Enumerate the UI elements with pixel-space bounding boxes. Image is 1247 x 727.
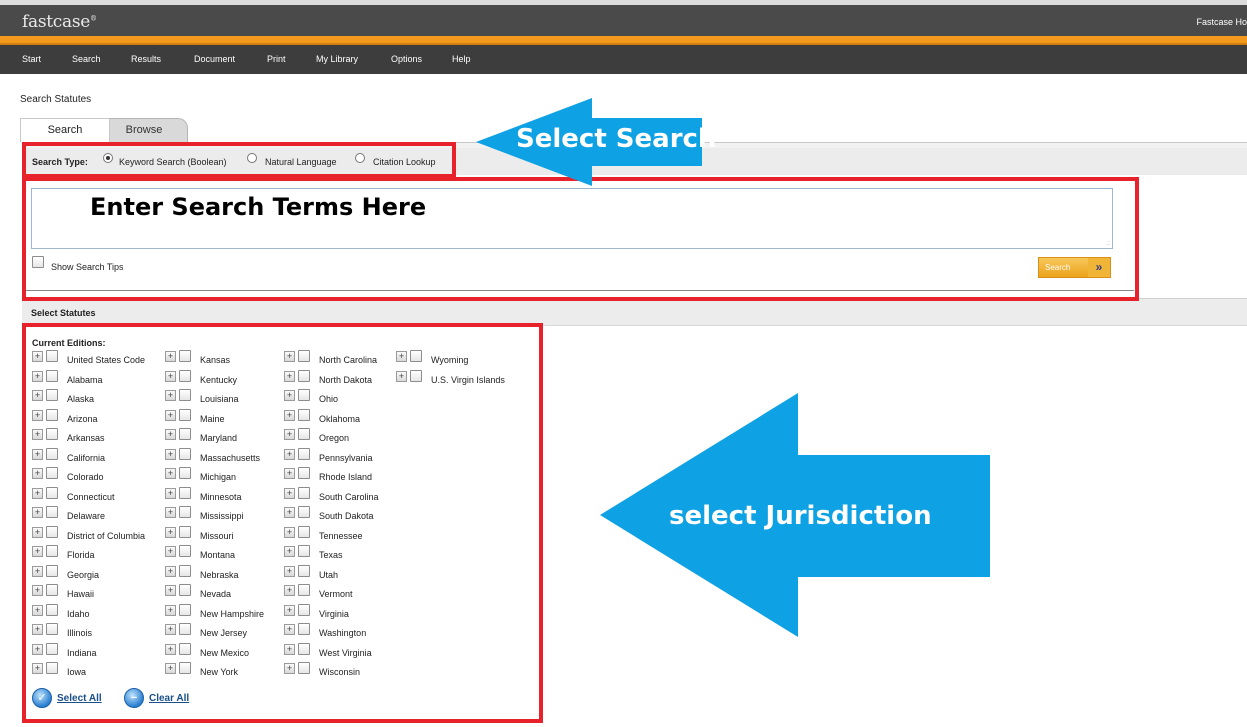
- top-bar: fastcase® Fastcase Ho: [0, 0, 1247, 36]
- nav-item-help[interactable]: Help: [452, 54, 471, 64]
- select-search-callout: Select Search: [516, 124, 717, 154]
- nav-item-document[interactable]: Document: [194, 54, 235, 64]
- search-type-highlight: [22, 142, 456, 178]
- nav-item-start[interactable]: Start: [22, 54, 41, 64]
- nav-item-my-library[interactable]: My Library: [316, 54, 358, 64]
- nav-item-options[interactable]: Options: [391, 54, 422, 64]
- tab-search[interactable]: Search: [20, 118, 110, 142]
- page-title: Search Statutes: [20, 94, 92, 105]
- main-nav: Start Search Results Document Print My L…: [0, 45, 1247, 74]
- nav-item-search[interactable]: Search: [72, 54, 101, 64]
- tab-browse[interactable]: Browse: [100, 118, 188, 142]
- nav-item-print[interactable]: Print: [267, 54, 286, 64]
- select-statutes-header: Select Statutes: [22, 298, 1247, 326]
- search-terms-highlight: [22, 177, 1139, 301]
- logo-text: fastcase: [22, 12, 91, 32]
- accent-stripe: [0, 36, 1247, 45]
- logo-registered-mark: ®: [90, 14, 97, 23]
- home-link[interactable]: Fastcase Ho: [1196, 17, 1247, 27]
- jurisdiction-highlight: [22, 323, 543, 723]
- fastcase-logo[interactable]: fastcase®: [22, 12, 97, 32]
- nav-item-results[interactable]: Results: [131, 54, 161, 64]
- select-jurisdiction-callout: select Jurisdiction: [669, 501, 932, 531]
- select-statutes-title: Select Statutes: [31, 308, 96, 318]
